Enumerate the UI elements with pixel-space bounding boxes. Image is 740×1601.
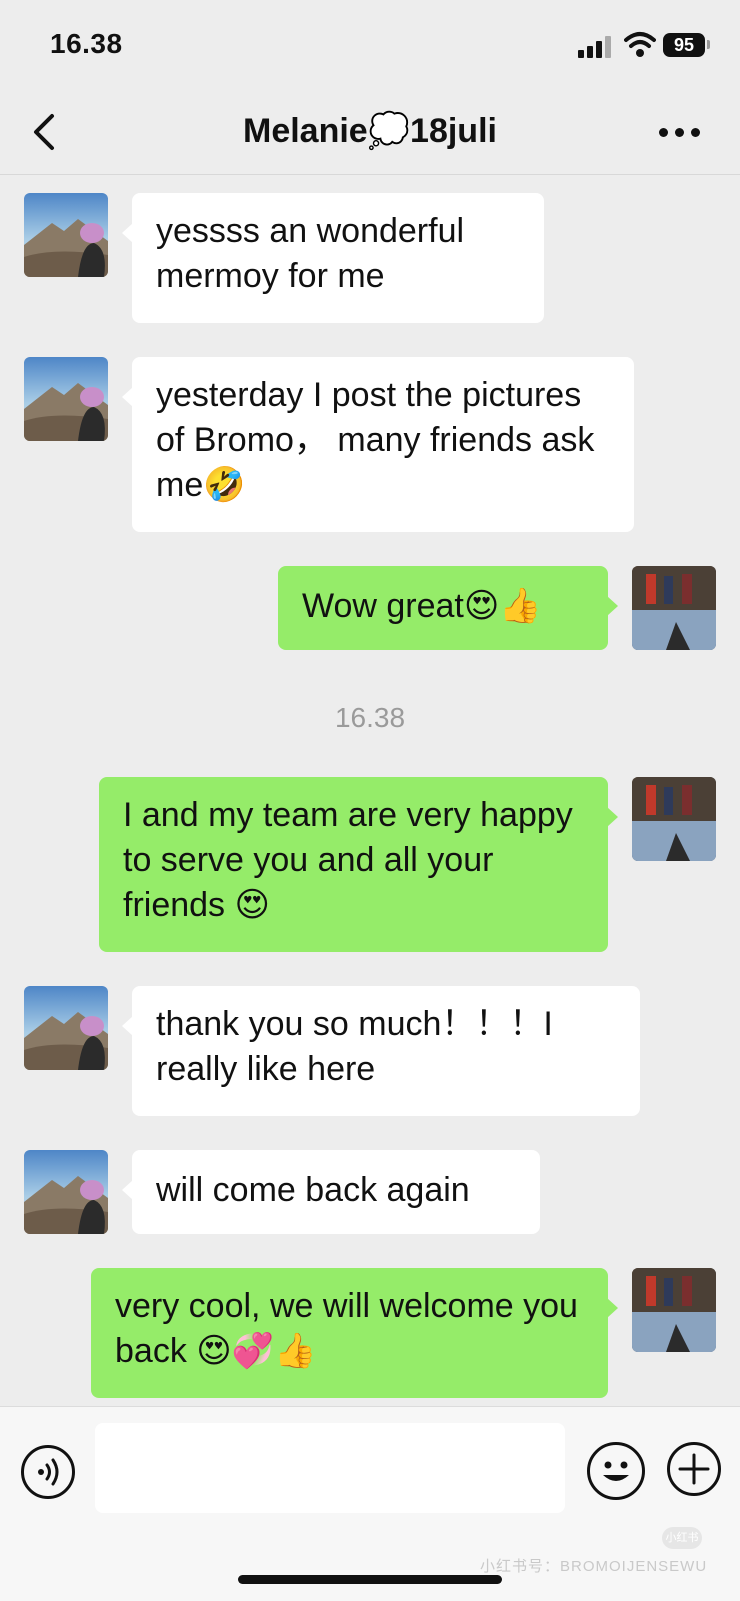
message-input[interactable] — [95, 1423, 565, 1513]
chat-header: Melanie💭18juli — [0, 90, 740, 175]
message-bubble[interactable]: I and my team are very happy to serve yo… — [99, 777, 618, 952]
message-bubble[interactable]: thank you so much！！！I really like here — [122, 986, 640, 1116]
contact-avatar[interactable] — [24, 1150, 108, 1234]
battery-icon: 95 — [663, 33, 705, 57]
plus-icon[interactable] — [667, 1442, 721, 1496]
watermark-badge: 小红书 — [662, 1527, 702, 1549]
message-bubble[interactable]: yesterday I post the pictures of Bromo， … — [122, 357, 634, 532]
message-text: I and my team are very happy to serve yo… — [123, 796, 573, 924]
watermark-text: 小红书号：BROMOIJENSEWU — [480, 1558, 708, 1575]
chevron-left-icon[interactable] — [20, 104, 70, 160]
my-avatar[interactable] — [632, 777, 716, 861]
message-text: very cool, we will welcome you back 😍💞👍 — [115, 1287, 578, 1370]
message-text: yesterday I post the pictures of Bromo， … — [156, 376, 595, 504]
wifi-icon — [624, 32, 656, 57]
my-avatar[interactable] — [632, 566, 716, 650]
message-timestamp: 16.38 — [334, 702, 406, 733]
message-text: Wow great😍👍 — [302, 587, 542, 625]
more-icon[interactable] — [655, 116, 705, 150]
message-bubble[interactable]: Wow great😍👍 — [278, 566, 618, 650]
my-avatar[interactable] — [632, 1268, 716, 1352]
message-bubble[interactable]: very cool, we will welcome you back 😍💞👍 — [91, 1268, 618, 1398]
home-indicator[interactable] — [238, 1575, 502, 1584]
contact-avatar[interactable] — [24, 193, 108, 277]
voice-icon[interactable] — [21, 1445, 75, 1499]
signal-icon — [578, 36, 614, 58]
chat-title: Melanie💭18juli — [243, 112, 497, 150]
battery-tip — [707, 40, 710, 49]
input-bar: 小红书 小红书号：BROMOIJENSEWU — [0, 1406, 740, 1601]
contact-avatar[interactable] — [24, 986, 108, 1070]
contact-avatar[interactable] — [24, 357, 108, 441]
message-text: will come back again — [156, 1171, 470, 1209]
status-bar: 16.38 95 — [0, 0, 740, 90]
emoji-icon[interactable] — [587, 1442, 645, 1500]
message-bubble[interactable]: will come back again — [122, 1150, 540, 1234]
status-time: 16.38 — [50, 28, 123, 59]
message-text: thank you so much！！！I really like here — [156, 1005, 553, 1088]
message-text: yessss an wonderful mermoy for me — [156, 212, 465, 295]
message-bubble[interactable]: yessss an wonderful mermoy for me — [122, 193, 544, 323]
